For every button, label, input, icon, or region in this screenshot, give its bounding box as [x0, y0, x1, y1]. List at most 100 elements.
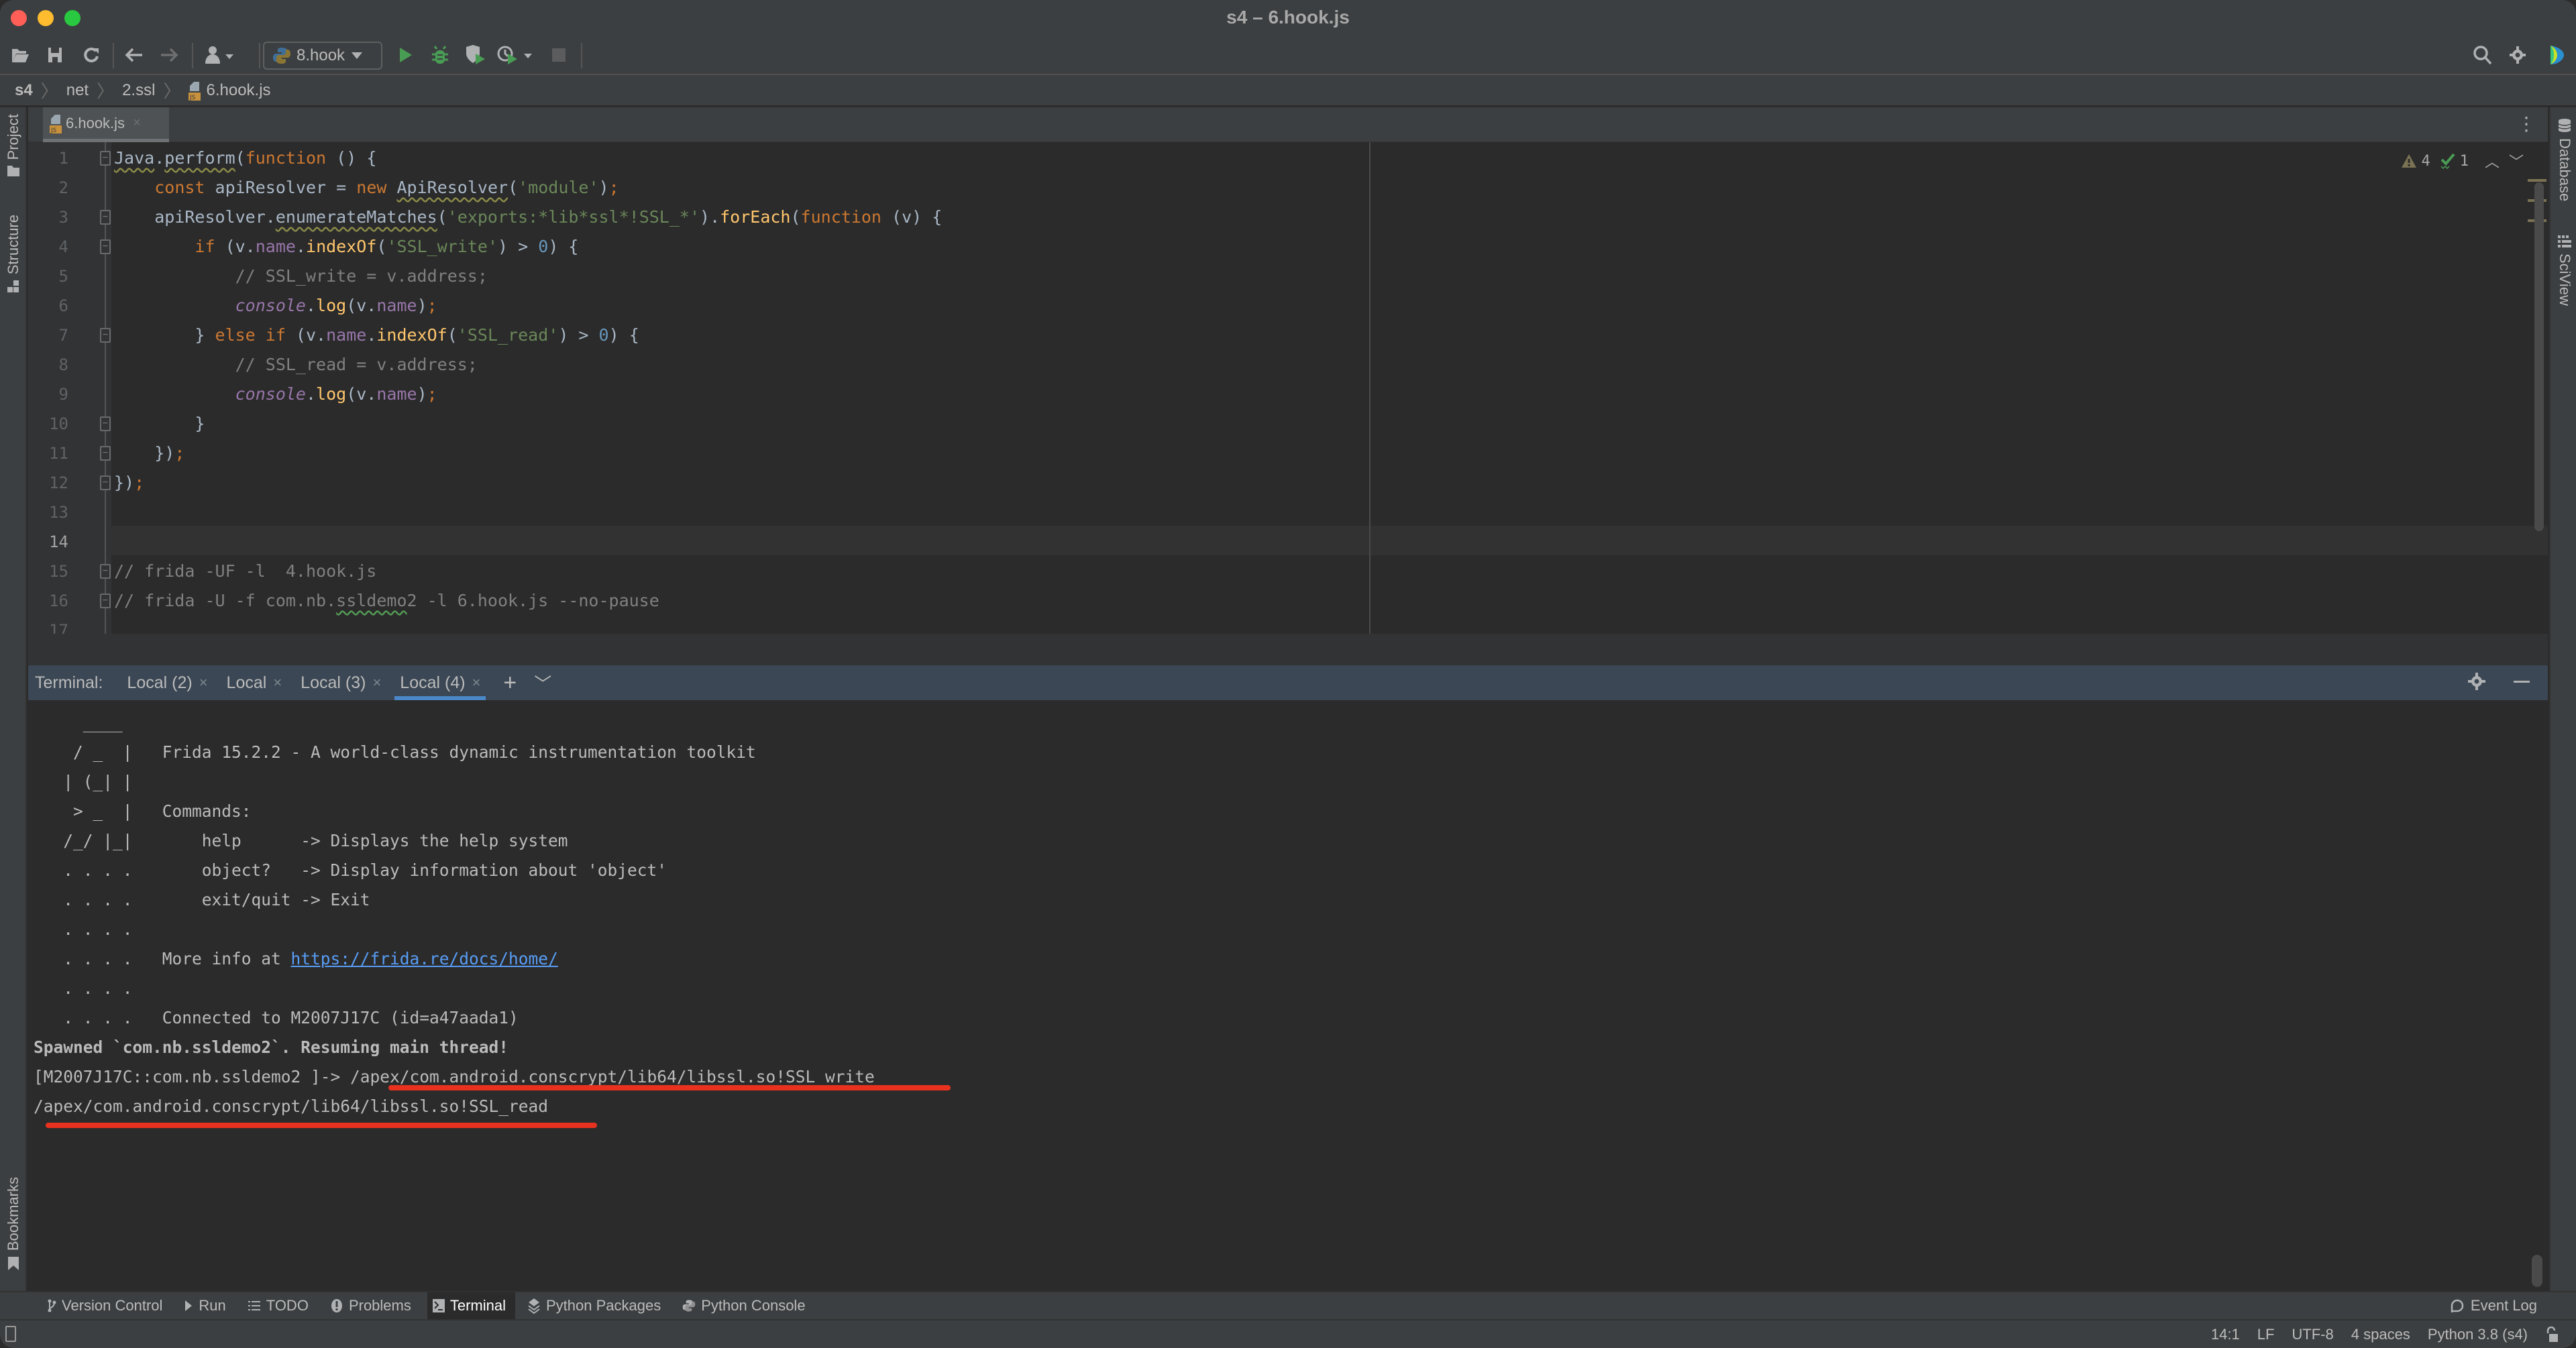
breadcrumb: s4 〉 net 〉 2.ssl 〉 JS 6.hook.js: [0, 75, 2576, 107]
python-icon: [273, 48, 290, 64]
debug-icon[interactable]: [429, 42, 451, 68]
plugin-logo-icon[interactable]: [2542, 42, 2569, 68]
breadcrumb-item-file[interactable]: 6.hook.js: [206, 81, 270, 100]
frida-docs-link[interactable]: https://frida.re/docs/home/: [291, 949, 558, 968]
highlight-underline-ssl-write: [388, 1085, 951, 1090]
python-interpreter[interactable]: Python 3.8 (s4): [2428, 1326, 2528, 1343]
js-file-icon: JS: [50, 114, 62, 133]
sidebar-tab-database[interactable]: Database: [2553, 118, 2576, 201]
indent-setting[interactable]: 4 spaces: [2351, 1326, 2410, 1343]
user-icon[interactable]: [203, 42, 237, 68]
breadcrumb-item-net[interactable]: net: [66, 81, 89, 100]
tool-window-event-log[interactable]: Event Log: [2449, 1292, 2537, 1319]
terminal-tab-local-3[interactable]: Local (3) ×: [301, 665, 381, 700]
terminal-tab-local-4[interactable]: Local (4) ×: [394, 665, 486, 700]
code-line-15: // frida -UF -l 4.hook.js: [114, 561, 377, 581]
editor-tab-6-hook-js[interactable]: JS 6.hook.js ×: [43, 107, 169, 142]
sidebar-tab-project[interactable]: Project: [1, 114, 25, 177]
fold-marker-icon[interactable]: −: [100, 564, 111, 579]
previous-highlight-icon[interactable]: ︿: [2485, 150, 2500, 172]
gear-icon[interactable]: [2506, 42, 2529, 68]
fold-marker-icon[interactable]: −: [100, 446, 111, 461]
tool-window-run[interactable]: Run: [178, 1292, 235, 1319]
more-options-icon[interactable]: ⋮: [2517, 113, 2536, 135]
run-configuration-selector[interactable]: 8.hook: [263, 42, 382, 70]
fold-marker-icon[interactable]: −: [100, 151, 111, 166]
terminal-tab-local-2[interactable]: Local (2) ×: [127, 665, 207, 700]
fold-marker-icon[interactable]: −: [100, 416, 111, 431]
terminal-line: . . . . exit/quit -> Exit: [34, 890, 370, 909]
close-tab-icon[interactable]: ×: [273, 674, 282, 691]
close-tab-icon[interactable]: ×: [199, 674, 208, 691]
new-terminal-button[interactable]: +: [503, 670, 517, 696]
breadcrumb-item-ssl[interactable]: 2.ssl: [122, 81, 155, 100]
terminal-dropdown-icon[interactable]: ﹀: [534, 671, 551, 695]
close-tab-icon[interactable]: ×: [372, 674, 381, 691]
tool-window-version-control[interactable]: Version Control: [42, 1292, 172, 1319]
coverage-icon[interactable]: [463, 42, 487, 68]
run-icon[interactable]: [396, 42, 416, 68]
code-editor[interactable]: 1 2 3 4 5 6 7 8 9 10 11 12 13 14 15 16 17− − − − − − − − − Java.…: [28, 142, 2548, 634]
fold-marker-icon[interactable]: −: [100, 210, 111, 225]
svg-text:JS: JS: [189, 95, 196, 101]
close-tab-icon[interactable]: ×: [133, 115, 141, 131]
inspection-widget[interactable]: 4 1 ︿ ﹀: [2401, 150, 2524, 172]
save-icon[interactable]: [44, 42, 66, 68]
right-tool-strip: Database SciView: [2549, 107, 2576, 1291]
open-folder-icon[interactable]: [9, 42, 31, 68]
minimize-panel-icon[interactable]: [2513, 672, 2530, 691]
panel-splitter[interactable]: [28, 634, 2548, 665]
current-line-highlight: [111, 526, 2548, 555]
breadcrumb-separator: 〉: [97, 81, 115, 101]
layout-toggle-icon[interactable]: [5, 1326, 16, 1342]
profile-icon[interactable]: [496, 42, 537, 68]
close-tab-icon[interactable]: ×: [472, 674, 481, 691]
back-arrow-icon[interactable]: [123, 42, 145, 68]
warnings-count[interactable]: 4: [2401, 153, 2430, 170]
sidebar-tab-sciview[interactable]: SciView: [2553, 235, 2576, 306]
terminal-output[interactable]: ____ / _ | Frida 15.2.2 - A world-class …: [28, 700, 2548, 1291]
line-number: 17: [49, 621, 68, 634]
terminal-tab-local[interactable]: Local ×: [227, 665, 282, 700]
tool-window-problems[interactable]: Problems: [325, 1292, 421, 1319]
svg-text:JS: JS: [50, 127, 57, 133]
caret-position[interactable]: 14:1: [2211, 1326, 2240, 1343]
packages-icon: [528, 1298, 540, 1314]
breadcrumb-item-s4[interactable]: s4: [15, 81, 33, 100]
sync-icon[interactable]: [80, 42, 102, 68]
breadcrumb-separator: 〉: [40, 81, 58, 101]
unlock-icon[interactable]: [2545, 1327, 2559, 1343]
code-line-16: // frida -U -f com.nb.ssldemo2 -l 6.hook…: [114, 591, 659, 610]
line-separator[interactable]: LF: [2257, 1326, 2275, 1343]
fold-marker-icon[interactable]: −: [100, 328, 111, 343]
warning-icon: [2402, 154, 2417, 168]
forward-arrow-icon[interactable]: [158, 42, 180, 68]
next-highlight-icon[interactable]: ﹀: [2509, 150, 2524, 172]
tool-window-terminal[interactable]: Terminal: [427, 1292, 515, 1319]
stop-icon[interactable]: [549, 42, 569, 68]
file-encoding[interactable]: UTF-8: [2292, 1326, 2333, 1343]
search-icon[interactable]: [2471, 42, 2494, 68]
terminal-scrollbar[interactable]: [2532, 1255, 2542, 1287]
typos-count[interactable]: 1: [2440, 153, 2469, 170]
terminal-label: Terminal:: [35, 673, 103, 692]
fold-marker-icon[interactable]: −: [100, 475, 111, 490]
terminal-line: /_/ |_| help -> Displays the help system: [34, 831, 568, 850]
error-stripe-mark[interactable]: [2528, 179, 2546, 182]
tool-window-todo[interactable]: TODO: [242, 1292, 318, 1319]
fold-marker-icon[interactable]: −: [100, 239, 111, 254]
event-log-icon: [2451, 1299, 2464, 1312]
code-line-2: const apiResolver = new ApiResolver('mod…: [154, 178, 619, 197]
gear-icon[interactable]: [2467, 672, 2486, 691]
tool-window-python-packages[interactable]: Python Packages: [522, 1292, 670, 1319]
window-title: s4 – 6.hook.js: [1226, 7, 1350, 27]
sidebar-tab-structure[interactable]: Structure: [1, 215, 25, 293]
editor-scrollbar[interactable]: [2534, 182, 2544, 531]
sidebar-tab-bookmarks[interactable]: Bookmarks: [1, 1177, 25, 1271]
status-bar: 14:1 LF UTF-8 4 spaces Python 3.8 (s4): [0, 1319, 2576, 1348]
terminal-line: /apex/com.android.conscrypt/lib64/libssl…: [34, 1097, 549, 1116]
tool-window-python-console[interactable]: Python Console: [677, 1292, 814, 1319]
run-icon: [185, 1300, 193, 1311]
fold-marker-icon[interactable]: −: [100, 594, 111, 608]
database-icon: [2558, 119, 2571, 132]
